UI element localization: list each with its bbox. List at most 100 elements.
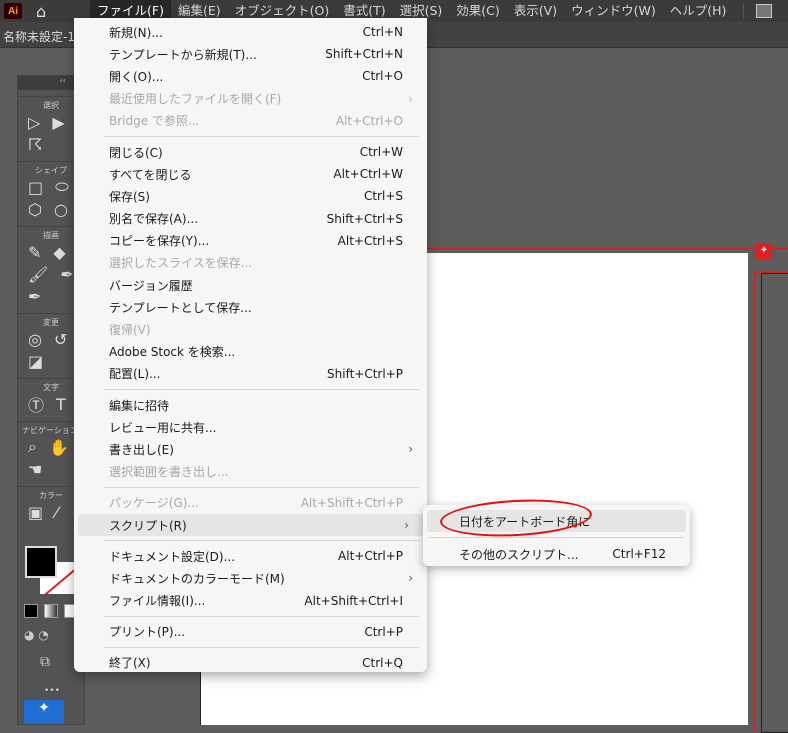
menu-item[interactable]: プリント(P)... Ctrl+P: [74, 621, 427, 643]
menu-item[interactable]: ドキュメント設定(D)... Alt+Ctrl+P: [74, 545, 427, 567]
menu-item[interactable]: 閉じる(C) Ctrl+W: [74, 141, 427, 163]
menu-separator: [104, 540, 419, 542]
menu-separator: [104, 615, 419, 617]
gradient-mode-button[interactable]: [44, 604, 58, 618]
menu-item-shortcut: Alt+Ctrl+P: [338, 549, 403, 564]
menu-item-label: ドキュメント設定(D)...: [109, 549, 236, 564]
menu-6[interactable]: 表示(V): [507, 0, 564, 22]
menu-item-label: Bridge で参照...: [109, 114, 200, 129]
menu-item[interactable]: 保存(S) Ctrl+S: [74, 185, 427, 207]
menu-item[interactable]: テンプレートから新規(T)... Shift+Ctrl+N: [74, 43, 427, 65]
menu-item-label: テンプレートから新規(T)...: [109, 47, 257, 62]
menu-item-label: 開く(O)...: [109, 69, 164, 84]
menu-item[interactable]: ドキュメントのカラーモード(M) ›: [74, 567, 427, 589]
menu-item-label: レビュー用に共有...: [109, 420, 217, 435]
menu-item[interactable]: レビュー用に共有...: [74, 416, 427, 438]
rectangle-icon[interactable]: □: [28, 178, 43, 197]
menu-item[interactable]: その他のスクリプト... Ctrl+F12: [423, 543, 690, 565]
menu-item-label: ドキュメントのカラーモード(M): [109, 571, 285, 586]
home-icon[interactable]: ⌂: [36, 2, 58, 21]
generative-icon[interactable]: ✦: [24, 700, 64, 724]
menu-item-label: バージョン履歴: [109, 278, 193, 293]
screen-mode-icon[interactable]: ⧉: [40, 654, 50, 670]
divider: [743, 3, 745, 19]
menu-item[interactable]: 配置(L)... Shift+Ctrl+P: [74, 363, 427, 385]
menu-8[interactable]: ヘルプ(H): [663, 0, 734, 22]
selection-tool-icon[interactable]: ▷: [28, 113, 40, 132]
ellipse-icon[interactable]: ⬭: [55, 177, 69, 197]
brush-icon[interactable]: 🖌: [28, 265, 48, 284]
blend-icon[interactable]: ◪: [28, 352, 43, 371]
pencil-icon[interactable]: ✎: [28, 243, 41, 262]
polygon-icon[interactable]: ⬡: [28, 200, 42, 219]
menu-item-label: 終了(X): [109, 656, 151, 671]
lasso-icon[interactable]: ☈: [28, 135, 42, 154]
rotate-icon[interactable]: ↺: [54, 330, 67, 349]
menu-7[interactable]: ウィンドウ(W): [564, 0, 663, 22]
menu-item-label: 編集に招待: [109, 398, 170, 413]
shaper-icon[interactable]: ○: [54, 200, 68, 219]
zoom-icon[interactable]: ⌕: [28, 437, 37, 457]
menu-item-shortcut: Alt+Ctrl+S: [337, 233, 403, 248]
menu-item-label: コピーを保存(Y)...: [109, 234, 210, 249]
menu-item-shortcut: Ctrl+N: [362, 25, 403, 40]
menu-item[interactable]: 書き出し(E) ›: [74, 438, 427, 460]
menu-item-label: その他のスクリプト...: [459, 547, 579, 562]
menu-separator: [104, 486, 419, 488]
menu-item-label: 選択範囲を書き出し...: [109, 465, 229, 480]
shape-builder-icon[interactable]: ◎: [28, 330, 42, 349]
menu-item-shortcut: Alt+Shift+Ctrl+I: [304, 593, 403, 608]
eraser-icon[interactable]: ◆: [53, 243, 65, 262]
fill-swatch[interactable]: [25, 546, 57, 578]
artboard-generative-badge-icon[interactable]: ✦: [756, 243, 772, 259]
pen-icon[interactable]: ✒: [28, 287, 41, 306]
menu-item[interactable]: 編集に招待: [74, 394, 427, 416]
menu-item[interactable]: 開く(O)... Ctrl+O: [74, 65, 427, 87]
menu-item[interactable]: 新規(N)... Ctrl+N: [74, 21, 427, 43]
type-tool-icon[interactable]: T: [56, 395, 66, 414]
menu-item[interactable]: すべてを閉じる Alt+Ctrl+W: [74, 163, 427, 185]
menu-item-label: 配置(L)...: [109, 367, 161, 382]
menu-item[interactable]: 別名で保存(A)... Shift+Ctrl+S: [74, 208, 427, 230]
chevron-right-icon: ›: [404, 518, 409, 533]
script-submenu: 日付をアートボード角にその他のスクリプト... Ctrl+F12: [423, 505, 690, 566]
menu-item[interactable]: スクリプト(R) ›: [78, 513, 423, 537]
blob-brush-icon[interactable]: ✒: [60, 265, 73, 284]
touch-type-icon[interactable]: Ⓣ: [28, 392, 44, 416]
menu-item: パッケージ(G)... Alt+Shift+Ctrl+P: [74, 492, 427, 514]
menu-item[interactable]: テンプレートとして保存...: [74, 296, 427, 318]
menu-item-shortcut: Alt+Shift+Ctrl+P: [300, 495, 403, 510]
menu-item-shortcut: Ctrl+S: [363, 189, 403, 204]
menu-item[interactable]: ファイル情報(I)... Alt+Shift+Ctrl+I: [74, 590, 427, 612]
share-icon[interactable]: [756, 4, 773, 18]
artboard-2[interactable]: [754, 272, 788, 733]
menu-item-shortcut: Alt+Ctrl+W: [333, 167, 403, 182]
gradient-icon[interactable]: ▣: [28, 503, 43, 522]
menu-item[interactable]: バージョン履歴: [74, 274, 427, 296]
menu-item-label: 日付をアートボード角に: [459, 514, 591, 529]
document-tab[interactable]: 名称未設定-1: [3, 28, 75, 45]
chevron-right-icon: ›: [408, 571, 413, 586]
menu-item-label: 選択したスライスを保存...: [109, 256, 253, 271]
menu-item-label: 復帰(V): [109, 323, 151, 338]
menu-5[interactable]: 効果(C): [449, 0, 506, 22]
eyedropper-icon[interactable]: ⁄: [55, 503, 58, 522]
menu-item: 選択範囲を書き出し...: [74, 461, 427, 483]
menu-item[interactable]: 日付をアートボード角に: [427, 510, 686, 533]
menu-item-label: 保存(S): [109, 189, 150, 204]
menu-item: Bridge で参照... Alt+Ctrl+O: [74, 110, 427, 132]
menu-item[interactable]: コピーを保存(Y)... Alt+Ctrl+S: [74, 230, 427, 252]
hand-icon[interactable]: ✋: [49, 438, 69, 457]
menu-separator: [104, 389, 419, 390]
color-mode-button[interactable]: [24, 604, 38, 618]
rotate-view-icon[interactable]: ☚: [28, 460, 42, 479]
more-tools-button[interactable]: •••: [44, 686, 60, 696]
draw-modes-icon[interactable]: ◕ ◔: [24, 628, 49, 642]
direct-selection-icon[interactable]: ▶: [52, 113, 64, 132]
menu-item-shortcut: Ctrl+W: [359, 145, 403, 160]
menu-item: 最近使用したファイルを開く(F) ›: [74, 88, 427, 110]
menu-item-shortcut: Shift+Ctrl+P: [327, 366, 403, 381]
menu-item[interactable]: Adobe Stock を検索...: [74, 341, 427, 363]
menu-item[interactable]: 終了(X) Ctrl+Q: [74, 652, 427, 674]
menu-item: 選択したスライスを保存...: [74, 252, 427, 274]
